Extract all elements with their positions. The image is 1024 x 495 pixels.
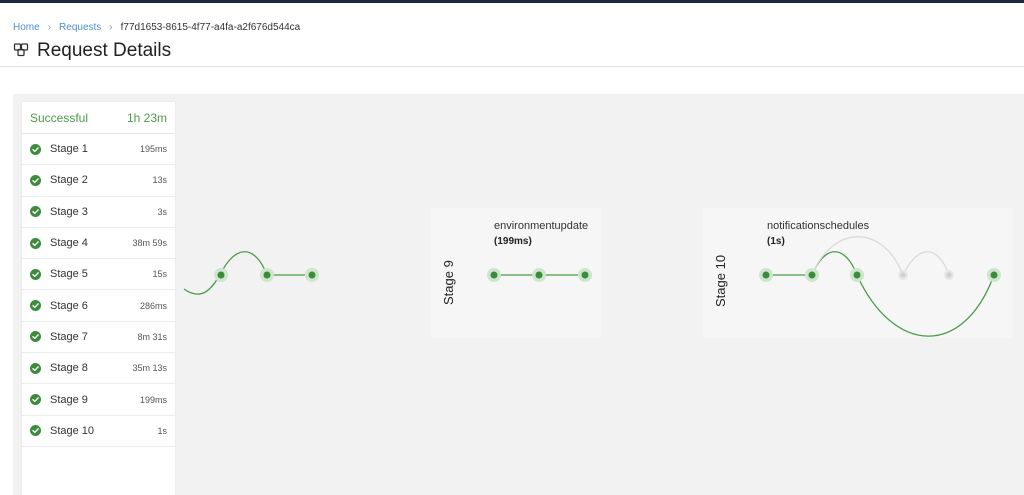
breadcrumb-current: f77d1653-8615-4f77-a4fa-a2f676d544ca <box>120 22 301 33</box>
stage-name: Stage 10 <box>50 424 95 437</box>
check-circle-icon <box>30 331 41 343</box>
stage-9-task-duration: (199ms) <box>494 236 532 247</box>
stage-name: Stage 6 <box>50 299 88 312</box>
stage-duration: 199ms <box>139 394 167 405</box>
stage-duration: 13s <box>152 175 167 186</box>
stage-row[interactable]: Stage 2 13s <box>22 165 175 197</box>
stage-duration: 195ms <box>139 144 167 155</box>
pipeline-canvas[interactable]: Stage 9 environmentupdate (199ms) Stage … <box>13 94 1024 495</box>
stage-name: Stage 9 <box>50 393 88 406</box>
stage-10-connectors <box>766 236 995 337</box>
stage-row[interactable]: Stage 9 199ms <box>22 384 175 416</box>
request-status: Successful <box>30 110 89 125</box>
stage-9-task-name: environmentupdate <box>494 220 589 232</box>
check-circle-icon <box>30 237 41 249</box>
stage-8-connectors <box>183 251 312 295</box>
check-circle-icon <box>30 362 41 374</box>
check-circle-icon <box>30 174 41 186</box>
stage-duration: 35m 13s <box>132 363 167 374</box>
stage-row[interactable]: Stage 8 35m 13s <box>22 353 175 385</box>
stage-name: Stage 5 <box>50 268 88 281</box>
stage-10-label: Stage 10 <box>713 254 728 307</box>
header-divider <box>0 66 1024 67</box>
stage-9-label: Stage 9 <box>441 260 456 305</box>
summary-header: Successful 1h 23m <box>22 102 175 134</box>
stage-10-task-duration: (1s) <box>767 236 785 247</box>
stage-row[interactable]: Stage 3 3s <box>22 197 175 228</box>
check-circle-icon <box>30 300 41 312</box>
check-circle-icon <box>30 143 41 155</box>
stage-duration: 286ms <box>139 300 167 311</box>
stage-name: Stage 2 <box>50 174 88 187</box>
check-circle-icon <box>30 394 41 406</box>
page-title: Request Details <box>37 40 172 61</box>
check-circle-icon <box>30 268 41 280</box>
stage-row[interactable]: Stage 7 8m 31s <box>22 322 175 354</box>
chevron-right-icon: › <box>109 22 113 33</box>
stage-row[interactable]: Stage 1 195ms <box>22 134 175 166</box>
stage-duration: 8m 31s <box>137 331 167 342</box>
top-bar <box>0 0 1024 3</box>
stage-name: Stage 8 <box>50 362 88 375</box>
stage-row[interactable]: Stage 6 286ms <box>22 290 175 322</box>
stage-duration: 1s <box>157 425 167 436</box>
stage-list: Stage 1 195ms Stage 2 13s Stage 3 3s Stage 4 38… <box>22 134 175 447</box>
chevron-right-icon: › <box>47 22 52 33</box>
stage-row[interactable]: Stage 5 15s <box>22 259 175 291</box>
stage-name: Stage 3 <box>50 205 88 218</box>
request-total-duration: 1h 23m <box>126 110 167 125</box>
stage-duration: 38m 59s <box>132 238 167 249</box>
page-header: Request Details <box>13 40 171 62</box>
breadcrumb: Home › Requests › f77d1653-8615-4f77-a4f… <box>13 22 300 33</box>
stages-panel: Successful 1h 23m Stage 1 195ms Stage 2 13s… <box>22 102 175 495</box>
request-icon <box>13 41 29 62</box>
stage-duration: 3s <box>157 206 167 217</box>
breadcrumb-requests[interactable]: Requests <box>59 22 101 33</box>
check-circle-icon <box>30 425 41 437</box>
stage-name: Stage 1 <box>50 143 88 156</box>
stage-10-task-name: notificationschedules <box>767 220 870 232</box>
stage-name: Stage 7 <box>50 330 88 343</box>
stage-row[interactable]: Stage 4 38m 59s <box>22 228 175 260</box>
stage-duration: 15s <box>152 269 167 280</box>
stage-row[interactable]: Stage 10 1s <box>22 416 175 447</box>
check-circle-icon <box>30 206 41 218</box>
stage-name: Stage 4 <box>50 237 88 250</box>
breadcrumb-home[interactable]: Home <box>13 22 40 33</box>
